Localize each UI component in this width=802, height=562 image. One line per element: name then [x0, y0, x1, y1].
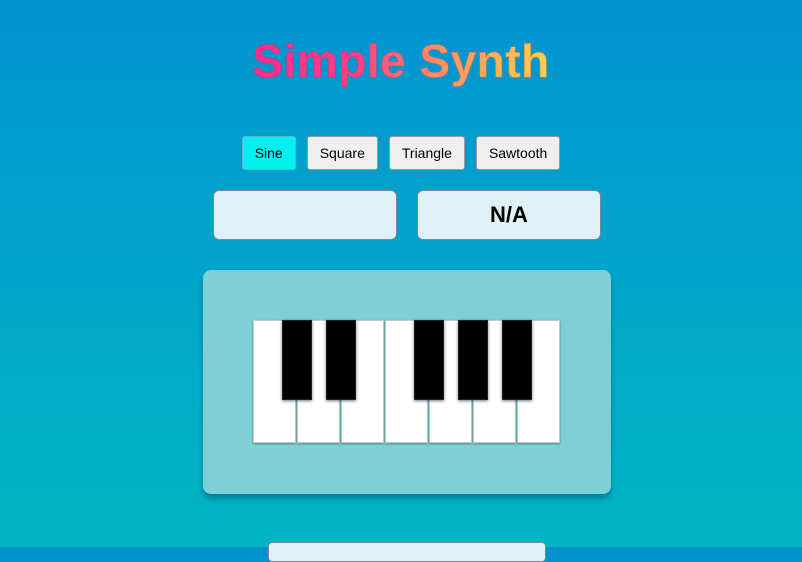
- piano-keyboard: [253, 320, 561, 444]
- waveform-selector: Sine Square Triangle Sawtooth: [0, 136, 802, 170]
- frequency-display: N/A: [417, 190, 601, 240]
- waveform-sine-button[interactable]: Sine: [241, 136, 296, 170]
- keyboard-panel: [203, 270, 611, 494]
- black-key-d-sharp[interactable]: [326, 320, 356, 400]
- note-display: [213, 190, 397, 240]
- black-key-a-sharp[interactable]: [502, 320, 532, 400]
- black-key-f-sharp[interactable]: [414, 320, 444, 400]
- black-key-c-sharp[interactable]: [282, 320, 312, 400]
- bottom-control[interactable]: [268, 542, 546, 562]
- waveform-square-button[interactable]: Square: [306, 136, 378, 170]
- waveform-triangle-button[interactable]: Triangle: [388, 136, 465, 170]
- black-key-g-sharp[interactable]: [458, 320, 488, 400]
- waveform-sawtooth-button[interactable]: Sawtooth: [475, 136, 561, 170]
- app-title: Simple Synth: [252, 35, 550, 88]
